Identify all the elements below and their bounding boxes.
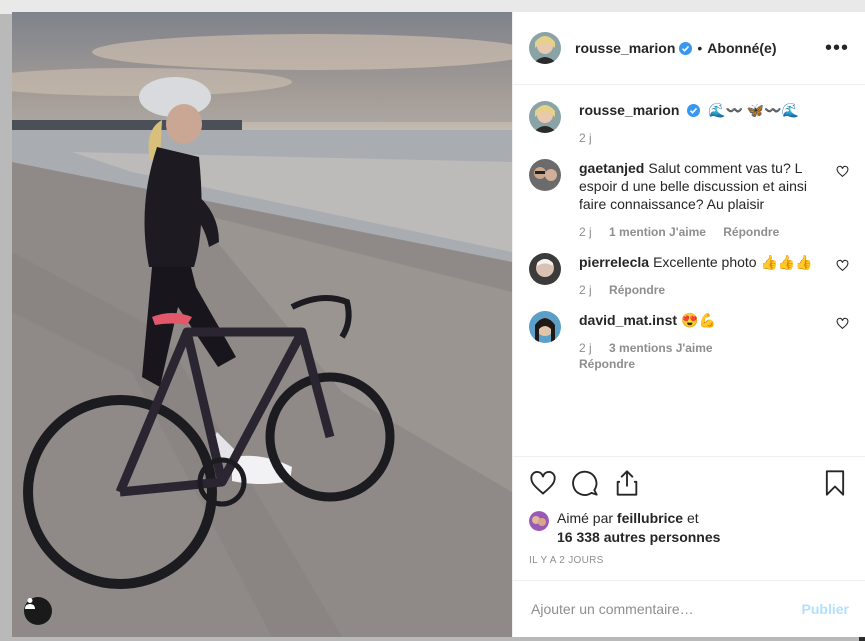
separator-dot: • [697, 40, 703, 56]
like-comment-heart-icon[interactable] [836, 259, 849, 272]
like-heart-icon[interactable] [529, 469, 557, 497]
bookmark-icon[interactable] [821, 469, 849, 497]
liker-avatar[interactable] [529, 511, 549, 531]
post-side-panel: rousse_marion • Abonné(e) ••• rousse_mar… [512, 12, 865, 637]
likes-summary: Aimé par feillubrice et 16 338 autres pe… [529, 509, 849, 547]
author-username[interactable]: rousse_marion [575, 40, 675, 56]
likes-connector: et [686, 510, 699, 526]
comment-text: Excellente photo 👍👍👍 [653, 254, 813, 270]
comment-time[interactable]: 2 j [579, 225, 592, 239]
post-actions: Aimé par feillubrice et 16 338 autres pe… [513, 456, 865, 566]
tagged-users-button[interactable] [24, 597, 52, 625]
caption-time[interactable]: 2 j [579, 131, 592, 145]
caption: rousse_marion 🌊〰️ 🦋〰️🌊 2 j [529, 101, 849, 145]
likes-others[interactable]: 16 338 autres personnes [557, 529, 720, 545]
post-modal: rousse_marion • Abonné(e) ••• rousse_mar… [12, 12, 865, 637]
likes-prefix: Aimé par [557, 510, 614, 526]
author-avatar[interactable] [529, 32, 561, 64]
commenter-avatar[interactable] [529, 159, 561, 191]
liker-username[interactable]: feillubrice [617, 510, 683, 526]
comment-time[interactable]: 2 j [579, 341, 592, 355]
comment-input[interactable] [529, 600, 802, 618]
commenter-avatar[interactable] [529, 311, 561, 343]
add-comment-bar: Publier [513, 580, 865, 637]
reply-button[interactable]: Répondre [579, 357, 635, 371]
like-comment-heart-icon[interactable] [836, 317, 849, 330]
action-icons-row [529, 467, 849, 499]
comment-item: gaetanjed Salut comment vas tu? L espoir … [529, 159, 849, 239]
cyclist-beach-photo [12, 12, 512, 637]
comment-author[interactable]: pierrelecla [579, 254, 649, 270]
reply-button[interactable]: Répondre [609, 283, 665, 297]
share-icon[interactable] [613, 469, 641, 497]
post-header: rousse_marion • Abonné(e) ••• [513, 12, 865, 85]
comment-author[interactable]: gaetanjed [579, 160, 644, 176]
comment-time[interactable]: 2 j [579, 283, 592, 297]
caption-author[interactable]: rousse_marion [579, 102, 679, 118]
like-comment-heart-icon[interactable] [836, 165, 849, 178]
comments-list: rousse_marion 🌊〰️ 🦋〰️🌊 2 j gaetanjed Sal… [513, 85, 865, 456]
comment-text: 😍💪 [681, 312, 716, 328]
reply-button[interactable]: Répondre [723, 225, 779, 239]
follow-status[interactable]: Abonné(e) [707, 40, 776, 56]
post-timestamp[interactable]: IL Y A 2 JOURS [529, 555, 849, 566]
publish-button[interactable]: Publier [802, 601, 849, 617]
user-icon [25, 598, 35, 609]
comment-author[interactable]: david_mat.inst [579, 312, 677, 328]
post-photo [12, 12, 512, 637]
comment-likes[interactable]: 1 mention J'aime [609, 225, 706, 239]
comment-bubble-icon[interactable] [571, 469, 599, 497]
comment-item: david_mat.inst 😍💪 2 j 3 mentions J'aime R… [529, 311, 849, 371]
comment-item: pierrelecla Excellente photo 👍👍👍 2 j Répo… [529, 253, 849, 297]
caption-avatar[interactable] [529, 101, 561, 133]
caption-text: 🌊〰️ 🦋〰️🌊 [708, 102, 800, 118]
verified-badge-icon [679, 41, 693, 55]
commenter-avatar[interactable] [529, 253, 561, 285]
more-horizontal-icon[interactable]: ••• [825, 37, 849, 60]
verified-badge-icon [687, 104, 701, 117]
comment-likes[interactable]: 3 mentions J'aime [609, 341, 713, 355]
